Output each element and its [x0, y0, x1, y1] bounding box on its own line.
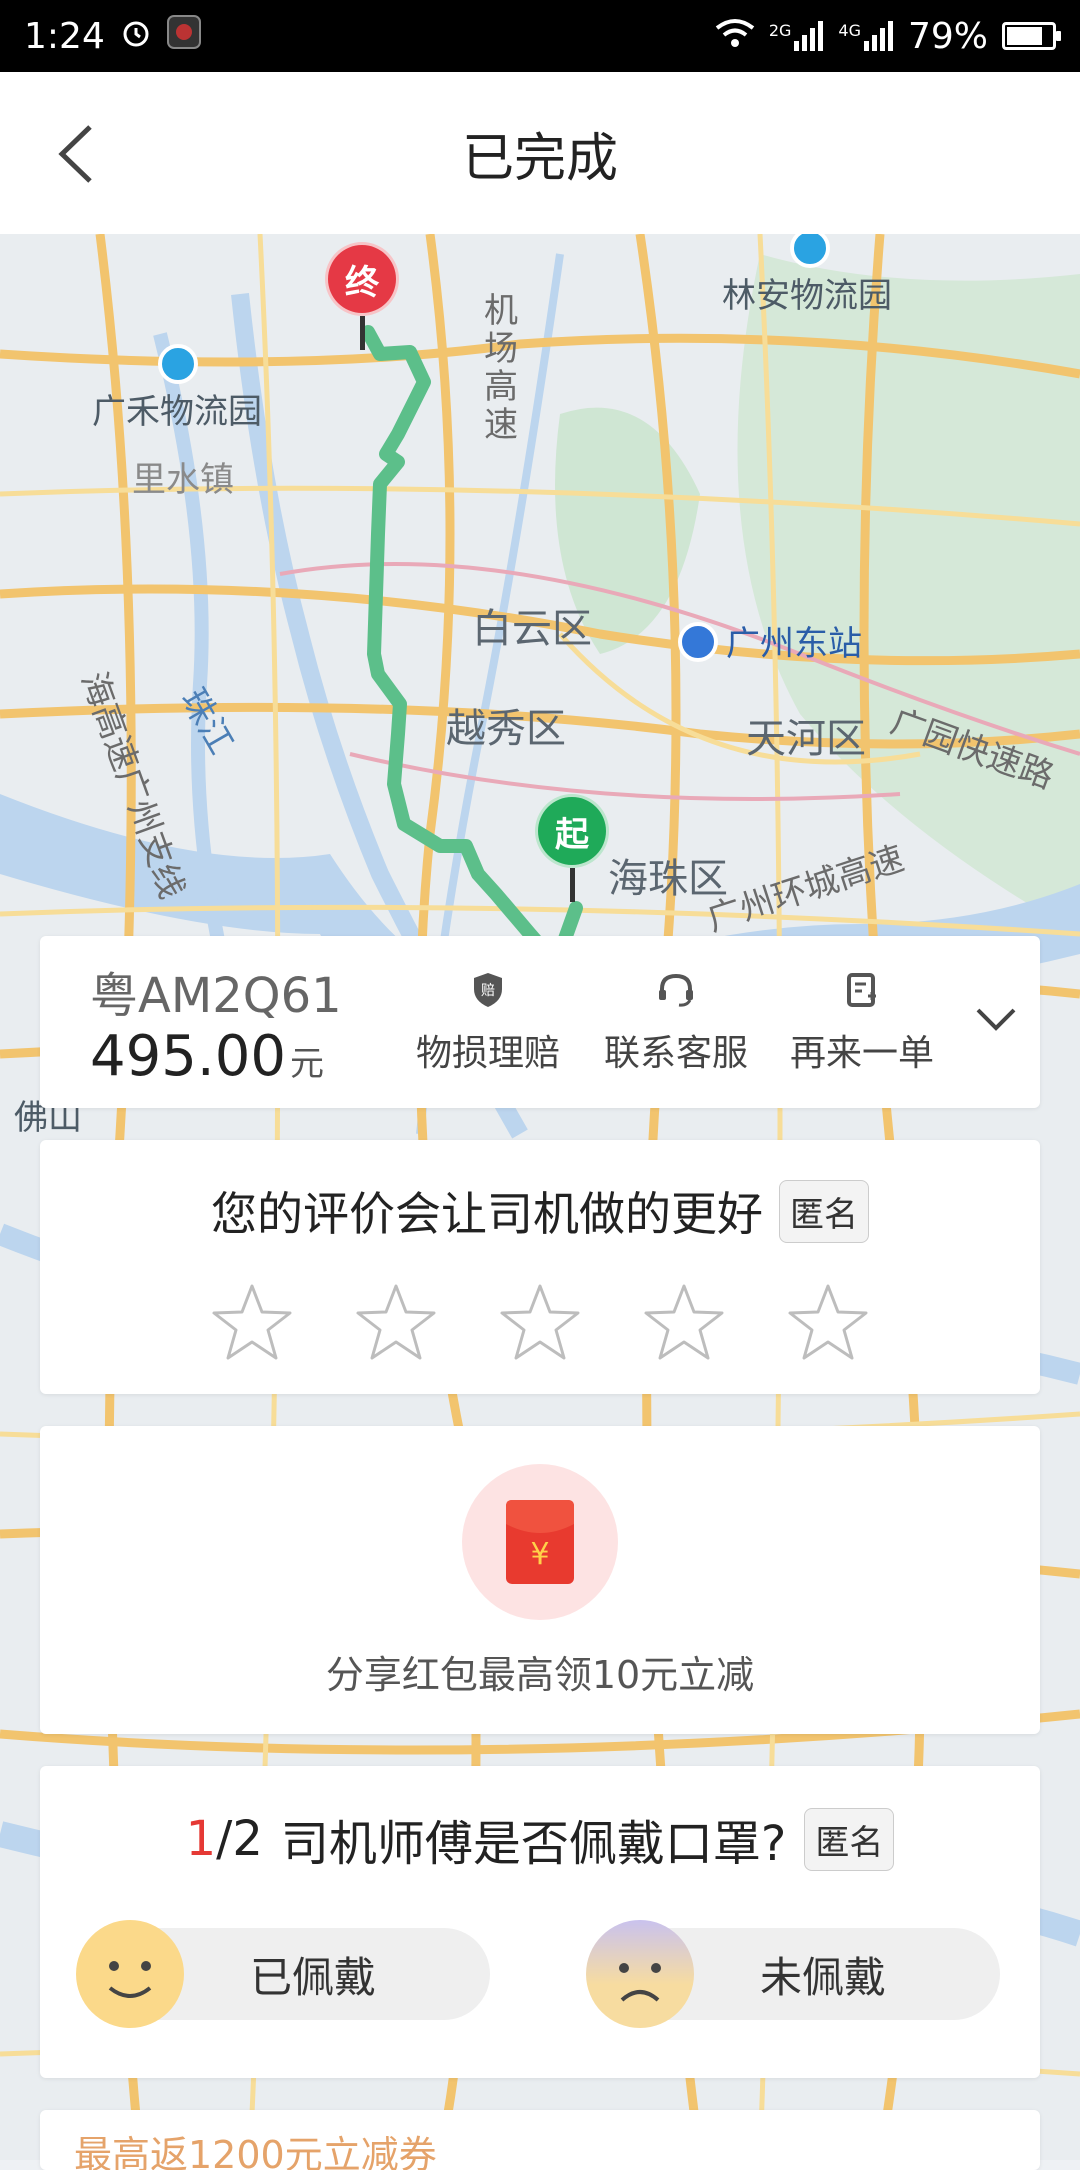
map-label-baiyun: 白云区 [472, 606, 592, 652]
start-pin-stem [569, 868, 575, 902]
sad-face-icon [586, 1920, 694, 2028]
wearing-mask-option[interactable]: 已佩戴 [76, 1920, 490, 2028]
reorder-button[interactable]: 再来一单 [772, 970, 952, 1076]
app-notification-icon [166, 14, 201, 58]
coupon-promo-text: 最高返1200元立减券 [74, 2133, 437, 2170]
order-summary-card: 粤AM2Q61 495.00 元 赔 物损理赔 联系客服 再来一单 [40, 936, 1040, 1108]
svg-text:¥: ¥ [530, 1537, 549, 1572]
station-icon [678, 622, 718, 662]
status-bar: 1:24 2G 4G 79% [0, 0, 1080, 72]
question-text: 司机师傅是否佩戴口罩? [280, 1816, 787, 1872]
page-title: 已完成 [461, 128, 618, 189]
coupon-promo-card[interactable]: 最高返1200元立减券 [40, 2110, 1040, 2170]
rating-prompt-row: 您的评价会让司机做的更好 匿名 [40, 1178, 1040, 1244]
rating-star-2[interactable] [355, 1282, 437, 1364]
price-value: 495.00 [90, 1024, 286, 1089]
compensation-icon: 赔 [468, 970, 508, 1010]
happy-face-icon [76, 1920, 184, 2028]
status-time: 1:24 [24, 15, 105, 57]
map-label-guangzhou-east: 广州东站 [726, 624, 862, 664]
end-pin-stem [359, 316, 365, 350]
rating-star-1[interactable] [211, 1282, 293, 1364]
mask-question-card: 1 /2 司机师傅是否佩戴口罩? 匿名 已佩戴 未佩戴 [40, 1766, 1040, 2078]
customer-service-label: 联系客服 [603, 1033, 748, 1074]
start-pin-head: 起 [535, 794, 609, 868]
poi-icon-guanghe [158, 344, 198, 384]
license-plate: 粤AM2Q61 [90, 968, 342, 1024]
svg-text:赔: 赔 [481, 983, 495, 999]
network-2g-label: 2G [768, 21, 792, 40]
map-label-linan: 林安物流园 [722, 276, 892, 316]
order-price: 495.00 元 [90, 1024, 324, 1089]
rating-card: 您的评价会让司机做的更好 匿名 [40, 1140, 1040, 1394]
wearing-mask-label: 已佩戴 [250, 1952, 377, 2002]
customer-service-button[interactable]: 联系客服 [586, 970, 766, 1076]
reorder-label: 再来一单 [789, 1033, 934, 1074]
map-label-airport-expwy: 机场高速 [484, 291, 518, 445]
expand-button[interactable] [968, 992, 1024, 1048]
nav-bar: 已完成 [0, 72, 1080, 235]
compensation-label: 物损理赔 [415, 1033, 560, 1074]
map-label-lishui: 里水镇 [132, 460, 234, 500]
anonymous-badge[interactable]: 匿名 [779, 1179, 869, 1243]
star-rating [40, 1282, 1040, 1364]
question-row: 1 /2 司机师傅是否佩戴口罩? 匿名 [40, 1804, 1040, 1874]
price-unit: 元 [289, 1044, 324, 1084]
rating-prompt: 您的评价会让司机做的更好 [211, 1187, 763, 1241]
question-index: 1 [185, 1811, 217, 1867]
reorder-icon [842, 970, 882, 1010]
rating-star-5[interactable] [787, 1282, 869, 1364]
start-pin: 起 [535, 794, 609, 902]
back-arrow-icon [58, 125, 92, 183]
battery-percent: 79% [907, 15, 988, 57]
alarm-clock-icon [121, 16, 151, 57]
share-redpacket-text: 分享红包最高领10元立减 [325, 1653, 755, 1697]
headset-icon [656, 970, 696, 1010]
not-wearing-mask-label: 未佩戴 [760, 1952, 887, 2002]
wifi-icon [715, 16, 755, 57]
signal-4g-icon: 4G [838, 21, 894, 51]
question-total: /2 [216, 1811, 263, 1867]
back-button[interactable] [36, 114, 116, 194]
network-4g-label: 4G [838, 21, 861, 40]
rating-star-3[interactable] [499, 1282, 581, 1364]
chevron-down-icon [976, 1008, 1016, 1031]
map-label-yuexiu: 越秀区 [446, 706, 566, 752]
not-wearing-mask-option[interactable]: 未佩戴 [586, 1920, 1000, 2028]
signal-2g-icon: 2G [769, 21, 825, 51]
map-label-tianhe: 天河区 [746, 716, 866, 762]
end-pin: 终 [325, 242, 399, 350]
battery-icon [1002, 22, 1061, 50]
map-label-guanghe: 广禾物流园 [92, 392, 262, 432]
compensation-button[interactable]: 赔 物损理赔 [398, 970, 578, 1076]
share-redpacket-card[interactable]: ¥ 分享红包最高领10元立减 [40, 1426, 1040, 1734]
anonymous-badge-question[interactable]: 匿名 [804, 1807, 895, 1871]
end-pin-head: 终 [325, 242, 399, 316]
rating-star-4[interactable] [643, 1282, 725, 1364]
red-packet-icon[interactable]: ¥ [462, 1464, 618, 1620]
